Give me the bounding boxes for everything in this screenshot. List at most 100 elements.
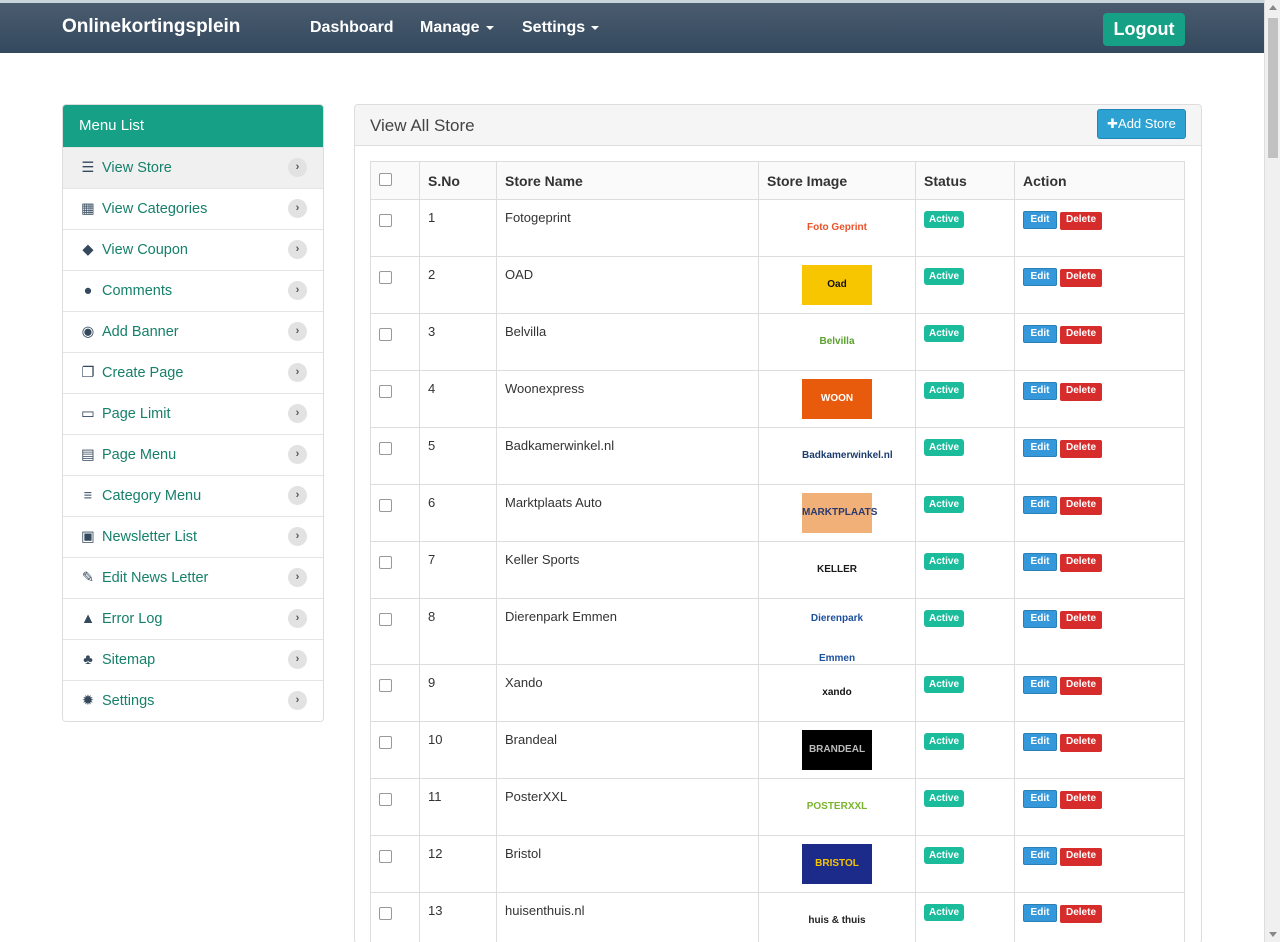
row-checkbox[interactable] <box>379 793 392 806</box>
store-logo: huis & thuis <box>802 901 872 941</box>
scroll-thumb[interactable] <box>1268 18 1278 158</box>
row-checkbox[interactable] <box>379 556 392 569</box>
row-store-name: Xando <box>496 664 759 722</box>
edit-button[interactable]: Edit <box>1023 676 1057 694</box>
sidebar-item-view-coupon[interactable]: ◆ View Coupon › <box>63 229 323 270</box>
sidebar-item-settings[interactable]: ✹ Settings › <box>63 680 323 721</box>
row-select-cell <box>370 313 420 371</box>
row-checkbox[interactable] <box>379 907 392 920</box>
table-row: 1 Fotogeprint Foto Geprint Active Edit Delete <box>370 199 1185 257</box>
delete-button[interactable]: Delete <box>1060 554 1102 572</box>
chevron-right-icon: › <box>288 445 307 464</box>
chevron-right-icon: › <box>288 609 307 628</box>
edit-button[interactable]: Edit <box>1023 496 1057 514</box>
sidebar-item-create-page[interactable]: ❐ Create Page › <box>63 352 323 393</box>
col-store-name[interactable]: Store Name <box>496 161 759 200</box>
edit-button[interactable]: Edit <box>1023 904 1057 922</box>
nav-manage[interactable]: Manage <box>420 19 494 37</box>
edit-button[interactable]: Edit <box>1023 610 1057 628</box>
row-select-cell <box>370 664 420 722</box>
delete-button[interactable]: Delete <box>1060 497 1102 515</box>
table-row: 12 Bristol BRISTOL Active Edit Delete <box>370 835 1185 893</box>
row-checkbox[interactable] <box>379 214 392 227</box>
edit-button[interactable]: Edit <box>1023 325 1057 343</box>
sidebar-item-category-menu[interactable]: ≡ Category Menu › <box>63 475 323 516</box>
delete-button[interactable]: Delete <box>1060 791 1102 809</box>
scroll-up-icon[interactable] <box>1269 5 1277 10</box>
row-checkbox[interactable] <box>379 850 392 863</box>
row-select-cell <box>370 778 420 836</box>
sidebar-item-newsletter-list[interactable]: ▣ Newsletter List › <box>63 516 323 557</box>
edit-button[interactable]: Edit <box>1023 268 1057 286</box>
row-actions: Edit Delete <box>1014 598 1185 665</box>
sidebar-item-comments[interactable]: ● Comments › <box>63 270 323 311</box>
row-status: Active <box>915 835 1015 893</box>
row-checkbox[interactable] <box>379 613 392 626</box>
sidebar-item-error-log[interactable]: ▲ Error Log › <box>63 598 323 639</box>
delete-button[interactable]: Delete <box>1060 212 1102 230</box>
edit-button[interactable]: Edit <box>1023 847 1057 865</box>
row-sno: 3 <box>419 313 497 371</box>
delete-button[interactable]: Delete <box>1060 611 1102 629</box>
sidebar-item-sitemap[interactable]: ♣ Sitemap › <box>63 639 323 680</box>
row-actions: Edit Delete <box>1014 370 1185 428</box>
col-status[interactable]: Status <box>915 161 1015 200</box>
status-badge: Active <box>924 904 965 921</box>
delete-button[interactable]: Delete <box>1060 440 1102 458</box>
logout-button[interactable]: Logout <box>1103 13 1185 46</box>
page-scrollbar[interactable] <box>1264 0 1280 942</box>
tags-icon: ◆ <box>82 242 94 258</box>
row-checkbox[interactable] <box>379 442 392 455</box>
col-sno[interactable]: S.No <box>419 161 497 200</box>
row-checkbox[interactable] <box>379 679 392 692</box>
edit-button[interactable]: Edit <box>1023 553 1057 571</box>
sidebar-item-view-store[interactable]: ☰ View Store › <box>63 147 323 188</box>
row-status: Active <box>915 370 1015 428</box>
edit-button[interactable]: Edit <box>1023 382 1057 400</box>
row-checkbox[interactable] <box>379 499 392 512</box>
row-status: Active <box>915 721 1015 779</box>
row-checkbox[interactable] <box>379 736 392 749</box>
row-actions: Edit Delete <box>1014 427 1185 485</box>
col-action[interactable]: Action <box>1014 161 1185 200</box>
row-store-image: Badkamerwinkel.nl <box>758 427 916 485</box>
list-alt-icon: ▤ <box>81 447 95 463</box>
row-store-name: PosterXXL <box>496 778 759 836</box>
row-store-image: xando <box>758 664 916 722</box>
select-all-checkbox[interactable] <box>379 172 392 186</box>
delete-button[interactable]: Delete <box>1060 677 1102 695</box>
edit-button[interactable]: Edit <box>1023 733 1057 751</box>
row-store-image: BRANDEAL <box>758 721 916 779</box>
edit-button[interactable]: Edit <box>1023 211 1057 229</box>
sidebar-item-page-menu[interactable]: ▤ Page Menu › <box>63 434 323 475</box>
sidebar-item-edit-news-letter[interactable]: ✎ Edit News Letter › <box>63 557 323 598</box>
nav-dashboard[interactable]: Dashboard <box>310 19 394 37</box>
delete-button[interactable]: Delete <box>1060 848 1102 866</box>
brand-title[interactable]: Onlinekortingsplein <box>62 16 240 38</box>
row-sno: 11 <box>419 778 497 836</box>
delete-button[interactable]: Delete <box>1060 269 1102 287</box>
delete-button[interactable]: Delete <box>1060 734 1102 752</box>
sidebar-item-view-categories[interactable]: ▦ View Categories › <box>63 188 323 229</box>
row-actions: Edit Delete <box>1014 778 1185 836</box>
store-logo: BRANDEAL <box>802 730 872 770</box>
scroll-down-icon[interactable] <box>1269 932 1277 937</box>
chevron-right-icon: › <box>288 568 307 587</box>
sidebar-item-add-banner[interactable]: ◉ Add Banner › <box>63 311 323 352</box>
row-checkbox[interactable] <box>379 385 392 398</box>
col-store-image[interactable]: Store Image <box>758 161 916 200</box>
edit-button[interactable]: Edit <box>1023 790 1057 808</box>
delete-button[interactable]: Delete <box>1060 905 1102 923</box>
status-badge: Active <box>924 553 965 570</box>
delete-button[interactable]: Delete <box>1060 326 1102 344</box>
row-checkbox[interactable] <box>379 271 392 284</box>
edit-button[interactable]: Edit <box>1023 439 1057 457</box>
status-badge: Active <box>924 325 965 342</box>
add-store-button[interactable]: ✚Add Store <box>1097 109 1186 139</box>
store-logo: Oad <box>802 265 872 305</box>
edit-icon: ✎ <box>81 570 95 586</box>
sidebar-item-page-limit[interactable]: ▭ Page Limit › <box>63 393 323 434</box>
nav-settings[interactable]: Settings <box>522 19 600 37</box>
row-checkbox[interactable] <box>379 328 392 341</box>
delete-button[interactable]: Delete <box>1060 383 1102 401</box>
